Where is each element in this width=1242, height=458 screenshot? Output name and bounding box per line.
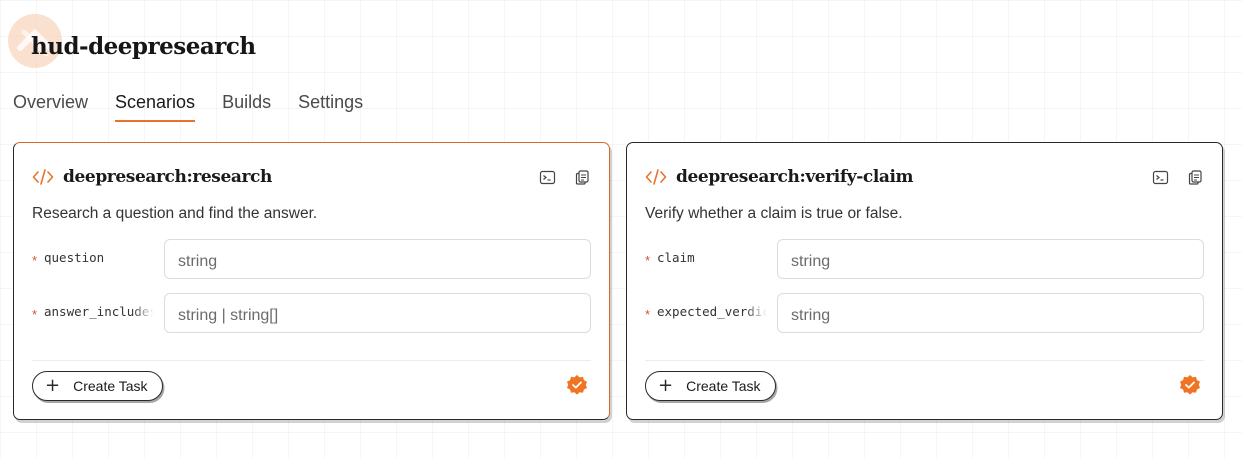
tab-scenarios[interactable]: Scenarios: [115, 92, 196, 122]
scenario-card-research: deepresearch:research Research a questio…: [13, 142, 610, 420]
question-input[interactable]: [164, 239, 591, 279]
plus-icon: +: [658, 375, 674, 396]
expected-verdict-input[interactable]: [777, 293, 1204, 333]
scenario-name: deepresearch:research: [63, 167, 272, 187]
code-brackets-icon: [32, 169, 54, 185]
code-brackets-icon: [645, 169, 667, 185]
scenario-description: Verify whether a claim is true or false.: [645, 205, 903, 222]
param-row-answer-includes: * answer_includes: [32, 293, 591, 333]
page-title: hud-deepresearch: [31, 33, 256, 60]
terminal-icon[interactable]: [1152, 169, 1169, 186]
param-label: expected_verdict: [657, 304, 767, 319]
tab-overview[interactable]: Overview: [13, 92, 88, 121]
create-task-label: Create Task: [73, 378, 148, 394]
verified-badge-icon: [567, 375, 587, 395]
scenario-description: Research a question and find the answer.: [32, 205, 318, 222]
create-task-button[interactable]: + Create Task: [32, 371, 163, 401]
card-divider: [32, 360, 591, 361]
verified-badge-icon: [1180, 375, 1200, 395]
param-row-expected-verdict: * expected_verdict: [645, 293, 1204, 333]
copy-icon[interactable]: [1187, 169, 1204, 186]
required-marker: *: [32, 253, 38, 268]
answer-includes-input[interactable]: [164, 293, 591, 333]
card-header: deepresearch:research: [32, 165, 591, 189]
terminal-icon[interactable]: [539, 169, 556, 186]
card-header: deepresearch:verify-claim: [645, 165, 1204, 189]
param-row-question: * question: [32, 239, 591, 279]
plus-icon: +: [45, 375, 61, 396]
create-task-button[interactable]: + Create Task: [645, 371, 776, 401]
param-row-claim: * claim: [645, 239, 1204, 279]
required-marker: *: [645, 253, 651, 268]
create-task-label: Create Task: [686, 378, 761, 394]
card-actions: [1152, 165, 1204, 189]
copy-icon[interactable]: [574, 169, 591, 186]
required-marker: *: [645, 307, 651, 322]
tab-settings[interactable]: Settings: [298, 92, 363, 121]
tab-builds[interactable]: Builds: [222, 92, 271, 121]
param-label: answer_includes: [44, 304, 154, 319]
param-label: question: [44, 250, 105, 265]
param-label: claim: [657, 250, 695, 265]
tab-bar: Overview Scenarios Builds Settings: [13, 92, 390, 122]
card-actions: [539, 165, 591, 189]
scenario-name: deepresearch:verify-claim: [676, 167, 914, 187]
required-marker: *: [32, 307, 38, 322]
claim-input[interactable]: [777, 239, 1204, 279]
card-divider: [645, 360, 1204, 361]
scenario-card-verify-claim: deepresearch:verify-claim Verify whether…: [626, 142, 1223, 420]
